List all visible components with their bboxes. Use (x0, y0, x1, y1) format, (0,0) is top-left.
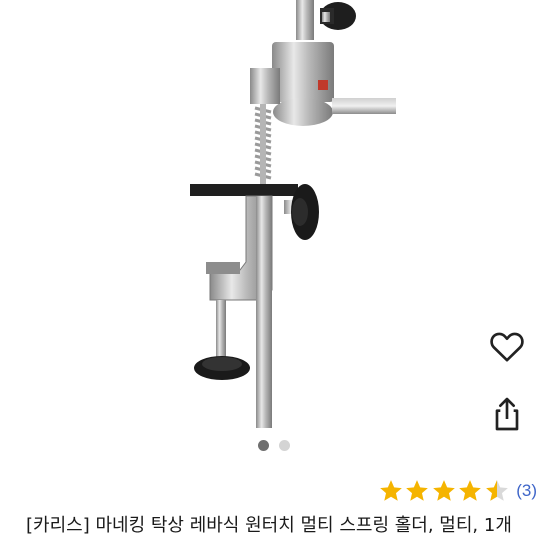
share-button[interactable] (487, 394, 531, 438)
favorite-button[interactable] (487, 326, 531, 370)
star-full-icon (459, 480, 482, 501)
star-full-icon (379, 480, 402, 501)
star-full-icon (432, 480, 455, 501)
product-photo (190, 0, 396, 428)
product-image-gallery[interactable] (0, 0, 555, 431)
product-title: [카리스] 마네킹 탁상 레바식 원터치 멀티 스프링 홀더, 멀티, 1개 (26, 515, 512, 536)
pagination-dot-active[interactable] (258, 440, 269, 451)
bottom-knob (194, 356, 250, 380)
star-full-icon (406, 480, 429, 501)
top-knob (320, 2, 356, 30)
pagination-dot[interactable] (279, 440, 290, 451)
review-count-link[interactable]: (3) (516, 481, 537, 501)
share-icon (495, 397, 519, 431)
gallery-pagination (258, 440, 290, 451)
star-half-icon (485, 480, 508, 501)
rating-summary[interactable]: (3) (378, 478, 537, 504)
heart-outline-icon (490, 332, 524, 362)
